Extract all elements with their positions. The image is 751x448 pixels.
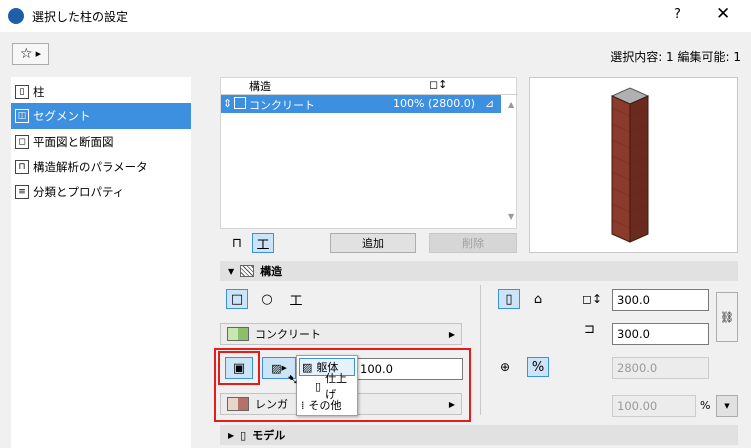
- column-header-structure: 構造: [249, 80, 271, 93]
- depth-input[interactable]: 300.0: [612, 323, 709, 345]
- shape-circle-icon[interactable]: ○: [256, 289, 278, 309]
- floorplan-icon: ◻: [15, 135, 29, 149]
- chevron-down-icon: ▼: [228, 266, 235, 276]
- scroll-up-icon[interactable]: ▲: [508, 100, 514, 109]
- help-button[interactable]: ?: [674, 7, 681, 22]
- nav-item-structural-analysis[interactable]: ⊓ 構造解析のパラメータ: [11, 154, 191, 180]
- title-bar: 選択した柱の設定 ? ✕: [0, 0, 751, 32]
- row-name: コンクリート: [249, 99, 315, 112]
- hatch-icon: [240, 265, 255, 277]
- window-title: 選択した柱の設定: [32, 10, 129, 24]
- menu-item-other[interactable]: ⁞ その他: [301, 396, 342, 414]
- nav-item-classification[interactable]: ≡ 分類とプロパティ: [11, 179, 191, 205]
- cursor-icon: ➷: [287, 372, 299, 388]
- hatch-icon: ▨: [302, 360, 313, 374]
- divider: [480, 285, 481, 415]
- column-preview: [610, 87, 650, 243]
- percent-dropdown[interactable]: ▼: [716, 395, 738, 417]
- percent-toggle[interactable]: %: [527, 357, 549, 377]
- shape-profile-icon[interactable]: 工: [285, 289, 307, 309]
- star-icon: ☆: [20, 46, 33, 62]
- column-straight-icon[interactable]: ▯: [498, 289, 520, 309]
- height-input[interactable]: 2800.0: [612, 357, 709, 379]
- chevron-right-icon: ▶: [228, 430, 235, 440]
- section-title: 構造: [260, 265, 283, 278]
- row-value: 100% (2800.0): [393, 97, 476, 110]
- profile-tapered-icon[interactable]: 工: [252, 233, 274, 253]
- nav-item-label: 構造解析のパラメータ: [33, 160, 148, 174]
- edit-size-icon[interactable]: ⊿: [485, 97, 494, 110]
- preview-pane: [529, 77, 738, 253]
- material-select-value: コンクリート: [255, 328, 321, 341]
- scroll-down-icon[interactable]: ▼: [508, 212, 514, 221]
- column-icon: ▯: [15, 85, 29, 99]
- section-title: モデル: [252, 429, 286, 442]
- percent-input[interactable]: 100.00: [612, 395, 696, 417]
- segment-icon: ◫: [15, 109, 29, 123]
- section-header-structure[interactable]: ▼ 構造: [220, 261, 738, 281]
- chevron-right-icon: ▶: [35, 50, 41, 58]
- app-icon: [8, 8, 24, 24]
- settings-nav: ▯ 柱 ◫ セグメント ◻ 平面図と断面図 ⊓ 構造解析のパラメータ ≡ 分類と…: [11, 77, 191, 448]
- drag-handle-icon[interactable]: ⇕: [223, 97, 232, 110]
- shape-rectangle-icon[interactable]: □: [226, 289, 248, 309]
- structure-type-menu: ▨ 躯体 ▯ 仕上げ ⁞ その他: [296, 355, 358, 416]
- depth-icon: ⊐: [584, 322, 595, 337]
- menu-item-finish[interactable]: ▯ 仕上げ: [315, 372, 357, 401]
- percent-unit: %: [700, 399, 711, 412]
- material-select[interactable]: コンクリート ▶: [220, 323, 462, 345]
- add-button[interactable]: 追加: [330, 233, 416, 253]
- selection-info: 選択内容: 1 編集可能: 1: [610, 50, 741, 64]
- material-swatch: [227, 327, 249, 341]
- close-button[interactable]: ✕: [716, 4, 730, 24]
- lock-icon[interactable]: ⊕: [500, 360, 510, 374]
- section-header-model[interactable]: ▶ ▯ モデル: [220, 425, 738, 445]
- nav-item-label: 分類とプロパティ: [33, 185, 125, 199]
- favorites-button[interactable]: ☆ ▶: [12, 43, 49, 65]
- link-dimensions-button[interactable]: ⛓: [716, 292, 738, 342]
- finish-icon: ▯: [315, 379, 322, 393]
- model-icon: ▯: [240, 428, 247, 442]
- nav-item-column[interactable]: ▯ 柱: [11, 79, 191, 105]
- chain-icon: ⛓: [720, 310, 734, 324]
- structure-table: 構造 ◻↕ ⇕ コンクリート 100% (2800.0) ⊿ ▲ ▼: [220, 77, 518, 229]
- other-icon: ⁞: [301, 398, 305, 412]
- width-icon: ◻↕: [582, 292, 603, 306]
- width-input[interactable]: 300.0: [612, 289, 709, 311]
- hatch-icon: [234, 97, 246, 109]
- structural-analysis-icon: ⊓: [15, 160, 29, 174]
- menu-item-label: その他: [308, 399, 342, 412]
- chevron-down-icon: ▼: [724, 402, 730, 410]
- column-tapered-icon[interactable]: ⌂: [527, 289, 549, 309]
- nav-item-label: セグメント: [33, 109, 91, 123]
- chevron-right-icon: ▶: [448, 329, 455, 339]
- delete-button[interactable]: 削除: [429, 233, 517, 253]
- table-row[interactable]: ⇕ コンクリート 100% (2800.0) ⊿: [221, 95, 501, 113]
- nav-item-segment[interactable]: ◫ セグメント: [11, 103, 191, 129]
- nav-item-label: 柱: [33, 85, 45, 99]
- nav-item-label: 平面図と断面図: [33, 135, 114, 149]
- nav-item-floorplan[interactable]: ◻ 平面図と断面図: [11, 129, 191, 155]
- profile-straight-icon[interactable]: ⊓: [226, 233, 248, 253]
- classification-icon: ≡: [15, 185, 29, 199]
- column-header-size: ◻↕: [429, 78, 448, 91]
